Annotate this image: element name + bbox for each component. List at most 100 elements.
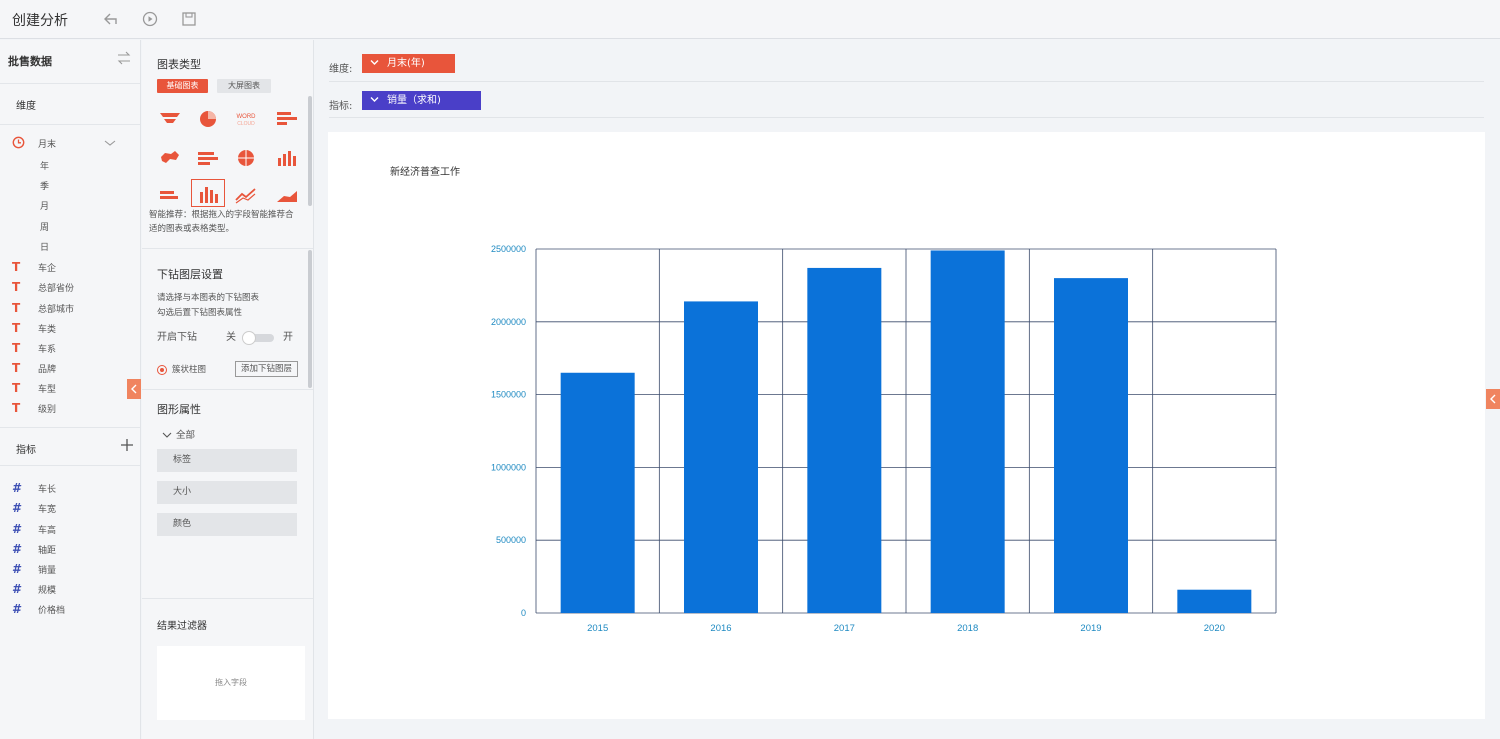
undo-icon[interactable] <box>101 9 121 29</box>
time-sub-day[interactable]: 日 <box>40 240 49 253</box>
switch-icon[interactable] <box>116 50 132 66</box>
bar-chart: 0 500000 1000000 1500000 2000000 2500000 2015 2… <box>491 244 1277 634</box>
collapse-right-panel-button[interactable] <box>1486 389 1500 409</box>
field-item[interactable]: T 总部城市 <box>12 301 132 317</box>
field-item[interactable]: # 价格档 <box>12 602 132 618</box>
dimension-pill[interactable]: 月末(年) <box>362 54 455 73</box>
config-panel: 图表类型 基础图表 大屏图表 WORD CLOUD 智能推荐：根据拖入的字段智能推… <box>142 40 314 739</box>
time-sub-month[interactable]: 月 <box>40 199 49 212</box>
field-label: 总部省份 <box>38 284 75 294</box>
chart-type-title: 图表类型 <box>157 58 201 71</box>
column-chart-icon[interactable] <box>274 147 300 169</box>
bar-option-label: 簇状柱图 <box>172 365 207 375</box>
dataset-title: 批售数据 <box>8 55 52 68</box>
dimension-row-label: 维度: <box>329 64 353 75</box>
field-item[interactable]: T 车企 <box>12 260 132 276</box>
bar <box>807 267 882 613</box>
field-item[interactable]: T 级别 <box>12 401 132 417</box>
field-item[interactable]: T 车类 <box>12 321 132 337</box>
text-field-icon: T <box>12 381 21 395</box>
clustered-column-icon-selected[interactable] <box>191 179 225 207</box>
time-sub-year[interactable]: 年 <box>40 159 49 172</box>
grouped-bar-icon[interactable] <box>157 184 183 206</box>
metric-row-label: 指标: <box>329 101 353 112</box>
text-field-icon: T <box>12 361 21 375</box>
number-field-icon: # <box>12 562 21 576</box>
text-field-icon: T <box>12 301 21 315</box>
field-item[interactable]: # 规模 <box>12 582 132 598</box>
time-sub-week[interactable]: 周 <box>40 220 49 233</box>
number-field-icon: # <box>12 522 21 536</box>
attr-size-button[interactable]: 大小 <box>157 481 297 504</box>
text-field-icon: T <box>12 321 21 335</box>
toggle-off-label: 关 <box>226 332 236 343</box>
stacked-bar-icon[interactable] <box>195 147 221 169</box>
divider <box>0 427 140 428</box>
save-icon[interactable] <box>179 9 199 29</box>
field-item[interactable]: T 车型 <box>12 381 132 397</box>
svg-text:CLOUD: CLOUD <box>237 121 255 127</box>
funnel-chart-icon[interactable] <box>157 108 183 130</box>
collapse-left-panel-button[interactable] <box>127 379 141 399</box>
y-tick-label: 0 <box>521 608 526 618</box>
field-item[interactable]: T 品牌 <box>12 361 132 377</box>
bar <box>1054 278 1128 613</box>
map-chart-icon[interactable] <box>157 147 183 169</box>
analysis-area: 维度: 月末(年) 指标: 销量（求和) 新经济普查工作 0 500000 1000… <box>315 40 1500 739</box>
field-item[interactable]: # 车长 <box>12 481 132 497</box>
globe-chart-icon[interactable] <box>233 147 259 169</box>
drill-toggle[interactable] <box>242 331 274 345</box>
field-item[interactable]: T 车系 <box>12 341 132 357</box>
scrollbar[interactable] <box>308 96 312 206</box>
number-field-icon: # <box>12 542 21 556</box>
area-chart-icon[interactable] <box>274 184 300 206</box>
divider <box>329 117 1484 118</box>
toggle-knob <box>242 331 256 345</box>
y-tick-label: 1500000 <box>491 390 526 400</box>
play-icon[interactable] <box>140 9 160 29</box>
radio-bar-option[interactable] <box>157 365 167 375</box>
field-label: 车宽 <box>38 505 57 515</box>
top-toolbar: 创建分析 <box>0 0 1500 39</box>
number-field-icon: # <box>12 481 21 495</box>
field-item[interactable]: # 销量 <box>12 562 132 578</box>
chevron-down-icon[interactable] <box>162 430 172 440</box>
divider <box>0 124 140 125</box>
x-tick-label: 2016 <box>710 623 731 634</box>
text-field-icon: T <box>12 260 21 274</box>
svg-text:WORD: WORD <box>237 114 257 120</box>
tab-bigscreen-chart[interactable]: 大屏图表 <box>217 79 271 93</box>
attr-color-button[interactable]: 颜色 <box>157 513 297 536</box>
y-tick-label: 1000000 <box>491 462 526 472</box>
add-drill-layer-button[interactable]: 添加下钻图层 <box>235 361 298 377</box>
divider <box>329 81 1484 82</box>
field-item[interactable]: # 轴距 <box>12 542 132 558</box>
drill-toggle-label: 开启下钻 <box>157 332 197 343</box>
attr-label-button[interactable]: 标签 <box>157 449 297 472</box>
field-label: 车企 <box>38 264 57 274</box>
field-item[interactable]: T 总部省份 <box>12 280 132 296</box>
y-tick-label: 2000000 <box>491 317 526 327</box>
metric-header: 指标 <box>16 445 36 456</box>
field-item[interactable]: # 车宽 <box>12 501 132 517</box>
scrollbar[interactable] <box>308 250 312 388</box>
field-label: 品牌 <box>38 365 57 375</box>
chevron-down-icon[interactable] <box>104 138 116 148</box>
all-label[interactable]: 全部 <box>176 429 195 443</box>
field-item[interactable]: # 车高 <box>12 522 132 538</box>
pie-chart-icon[interactable] <box>195 108 221 130</box>
line-chart-icon[interactable] <box>233 184 259 206</box>
metric-pill[interactable]: 销量（求和) <box>362 91 481 110</box>
field-label: 车系 <box>38 345 57 355</box>
horizontal-bar-icon[interactable] <box>274 108 300 130</box>
tab-basic-chart[interactable]: 基础图表 <box>157 79 208 93</box>
word-cloud-icon[interactable]: WORD CLOUD <box>233 108 259 130</box>
time-sub-quarter[interactable]: 季 <box>40 179 49 192</box>
field-label: 车类 <box>38 325 57 335</box>
x-tick-label: 2019 <box>1080 623 1101 634</box>
filter-drop-zone[interactable]: 拖入字段 <box>157 646 305 720</box>
add-icon[interactable] <box>120 438 134 452</box>
drill-desc: 勾选后置下钻图表属性 <box>157 308 243 318</box>
field-label: 车长 <box>38 485 57 495</box>
field-panel: 批售数据 维度 月末 年 季 月 周 日 T 车企 T 总部省份 T 总部城市 T 车类… <box>0 40 141 739</box>
